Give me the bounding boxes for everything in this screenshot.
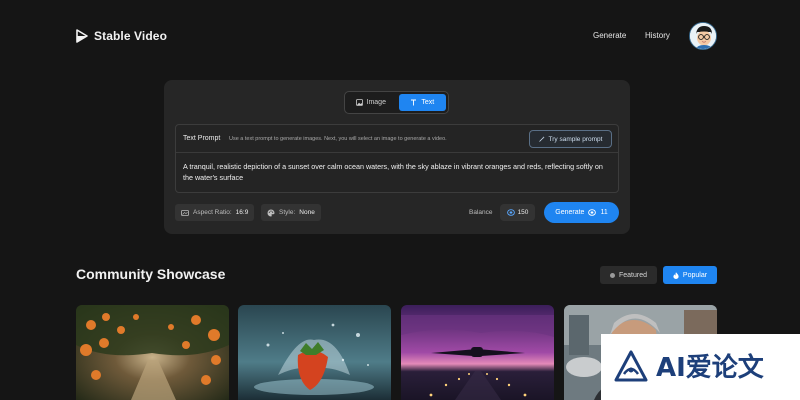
avatar-illustration xyxy=(690,23,716,49)
text-prompt-box: Text Prompt Use a text prompt to generat… xyxy=(175,124,619,193)
text-icon xyxy=(411,99,417,106)
prompt-card: Image Text Text Prompt Use a text prompt… xyxy=(164,80,630,234)
watermark-logo-icon xyxy=(614,350,648,382)
nav-generate-link[interactable]: Generate xyxy=(593,31,626,40)
style-label: Style: xyxy=(279,209,296,216)
aspect-ratio-value: 16:9 xyxy=(235,209,249,216)
generate-button[interactable]: Generate 11 xyxy=(544,202,619,223)
tab-text-label: Text xyxy=(421,99,435,106)
showcase-card-orange-grove[interactable] xyxy=(76,305,229,400)
tab-image-label: Image xyxy=(366,99,386,106)
tab-text[interactable]: Text xyxy=(398,94,446,111)
mode-toggle: Image Text xyxy=(344,91,449,114)
showcase-card-strawberry-splash[interactable] xyxy=(238,305,391,400)
magic-wand-icon xyxy=(538,136,545,142)
try-sample-prompt-button[interactable]: Try sample prompt xyxy=(529,130,612,148)
orange-grove-thumbnail xyxy=(76,305,229,400)
filter-popular-label: Popular xyxy=(682,271,708,279)
style-value: None xyxy=(299,209,315,216)
featured-dot-icon xyxy=(609,272,615,278)
image-icon xyxy=(355,99,363,106)
style-selector[interactable]: Style: None xyxy=(261,204,321,221)
balance-value: 150 xyxy=(517,209,529,216)
aspect-ratio-selector[interactable]: Aspect Ratio: 16:9 xyxy=(175,204,255,221)
filter-featured-label: Featured xyxy=(618,271,648,279)
generate-cost: 11 xyxy=(600,209,608,216)
section-title: Community Showcase xyxy=(76,266,226,282)
strawberry-splash-thumbnail xyxy=(238,305,391,400)
watermark-wordmark: AI爱论文 xyxy=(656,352,765,383)
airplane-runway-thumbnail xyxy=(401,305,554,400)
palette-icon xyxy=(267,209,275,216)
prompt-input[interactable]: A tranquil, realistic depiction of a sun… xyxy=(183,161,608,183)
aspect-ratio-icon xyxy=(181,209,189,216)
brand-name: Stable Video xyxy=(94,29,168,43)
filter-featured-button[interactable]: Featured xyxy=(600,266,657,284)
top-header: Stable Video Generate History xyxy=(0,0,800,72)
nav-history-link[interactable]: History xyxy=(645,31,670,40)
user-avatar[interactable] xyxy=(689,22,717,50)
showcase-card-airplane-runway[interactable] xyxy=(401,305,554,400)
balance-label: Balance xyxy=(469,209,493,216)
credits-icon xyxy=(588,209,597,216)
credits-icon xyxy=(506,209,515,216)
watermark-text: AI爱论文 xyxy=(656,352,765,383)
filter-popular-button[interactable]: Popular xyxy=(663,266,717,284)
aspect-ratio-label: Aspect Ratio: xyxy=(193,209,232,216)
prompt-label: Text Prompt xyxy=(183,135,221,142)
flame-icon xyxy=(673,271,679,279)
watermark-overlay: AI爱论文 xyxy=(601,334,800,400)
tab-image[interactable]: Image xyxy=(347,94,395,111)
prompt-header: Text Prompt Use a text prompt to generat… xyxy=(176,125,618,153)
generate-label: Generate xyxy=(555,209,585,216)
balance-badge: 150 xyxy=(500,204,535,221)
logo-icon xyxy=(76,29,88,43)
prompt-hint: Use a text prompt to generate images. Ne… xyxy=(229,136,447,142)
try-sample-prompt-label: Try sample prompt xyxy=(548,135,603,143)
brand-logo[interactable]: Stable Video xyxy=(76,29,167,43)
